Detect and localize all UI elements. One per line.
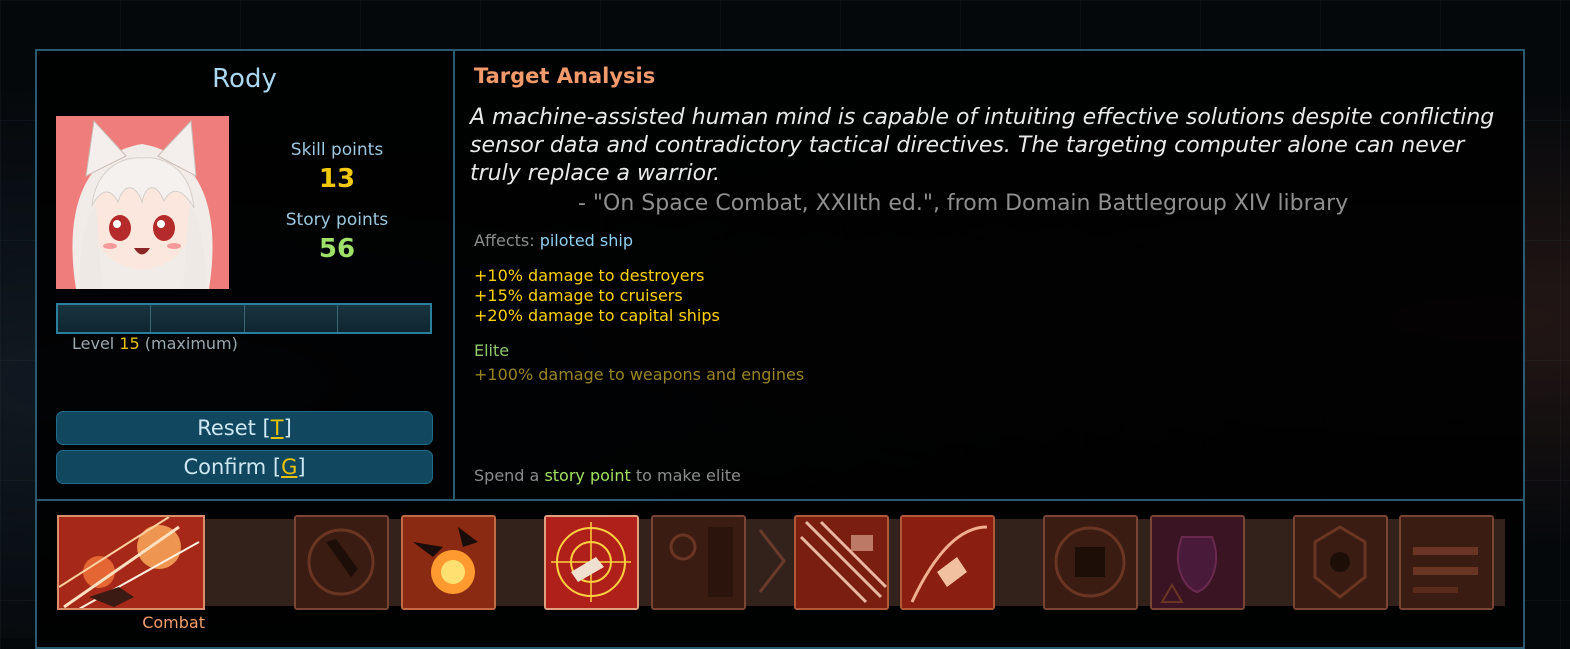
quote-attribution: - "On Space Combat, XXIIth ed.", from Do… — [578, 191, 1349, 216]
reset-button-label: Reset [ — [197, 416, 271, 440]
spend-prefix: Spend a — [474, 466, 540, 485]
skill-effect: +20% damage to capital ships — [474, 306, 720, 325]
systems-expertise-icon[interactable] — [1293, 515, 1388, 610]
reset-button-close: ] — [283, 416, 292, 440]
officer-portrait[interactable] — [56, 116, 229, 289]
confirm-button[interactable]: Confirm [G] — [56, 450, 433, 484]
confirm-button-close: ] — [297, 455, 306, 479]
reset-hotkey: T — [270, 416, 284, 440]
level-value: 15 — [119, 334, 140, 353]
panel-divider-horizontal — [36, 499, 1524, 501]
skill-effect: +15% damage to cruisers — [474, 286, 683, 305]
skill-points-value: 13 — [318, 164, 356, 194]
ordnance-expertise-icon[interactable] — [1150, 515, 1245, 610]
panel-divider — [453, 50, 455, 499]
experience-bar-segment — [58, 305, 152, 332]
experience-bar-segment — [151, 305, 245, 332]
reset-button[interactable]: Reset [T] — [56, 411, 433, 445]
point-defense-icon[interactable] — [900, 515, 995, 610]
chevron-right-icon — [758, 529, 786, 593]
story-points-value: 56 — [318, 234, 356, 264]
skill-points-label: Skill points — [290, 140, 384, 160]
helmsmanship-icon[interactable] — [294, 515, 389, 610]
level-note: (maximum) — [144, 334, 238, 353]
spend-suffix: to make elite — [635, 466, 741, 485]
field-modulation-icon[interactable] — [794, 515, 889, 610]
damage-control-icon[interactable] — [1043, 515, 1138, 610]
spend-highlight: story point — [544, 466, 631, 485]
confirm-button-label: Confirm [ — [183, 455, 282, 479]
experience-bar-segment — [338, 305, 430, 332]
spend-story-point-hint: Spend a story point to make elite — [474, 466, 741, 485]
affects-value: piloted ship — [539, 231, 633, 250]
level-readout: Level 15 (maximum) — [72, 334, 238, 353]
missile-specialization-icon[interactable] — [1399, 515, 1494, 610]
level-label: Level — [72, 334, 115, 353]
aptitude-label: Combat — [142, 613, 205, 632]
confirm-hotkey: G — [281, 455, 298, 479]
elite-effect: +100% damage to weapons and engines — [474, 365, 805, 384]
skill-title: Target Analysis — [474, 64, 656, 88]
story-points-label: Story points — [285, 210, 389, 230]
affects-label: Affects: — [474, 231, 535, 250]
skill-flavor-quote: A machine-assisted human mind is capable… — [470, 105, 1495, 186]
affects-line: Affects: piloted ship — [474, 231, 633, 250]
skill-effect: +10% damage to destroyers — [474, 266, 705, 285]
elite-title: Elite — [474, 341, 510, 360]
combat-endurance-icon[interactable] — [401, 515, 496, 610]
combat-aptitude-icon[interactable] — [57, 515, 205, 610]
experience-bar — [56, 303, 432, 334]
target-analysis-icon[interactable] — [544, 515, 639, 610]
officer-name: Rody — [212, 64, 277, 94]
impact-mitigation-icon[interactable] — [651, 515, 746, 610]
experience-bar-segment — [245, 305, 338, 332]
